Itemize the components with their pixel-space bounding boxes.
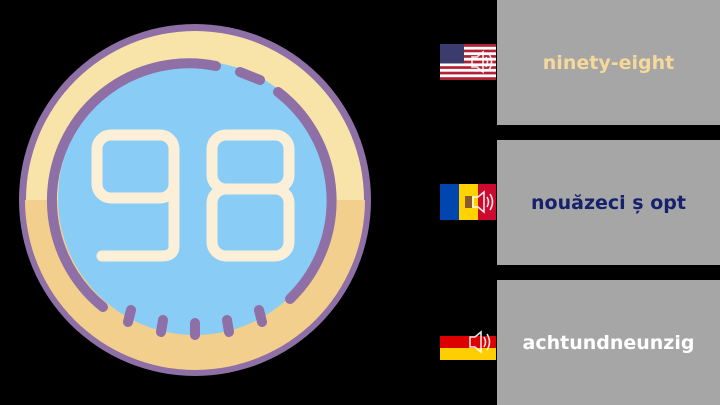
german-label: achtundneunzig — [522, 331, 695, 354]
translation-panel-romanian: nouăzeci ș opt — [497, 140, 720, 265]
number-badge: 98 — [19, 24, 371, 376]
us-flag-speaker-icon[interactable] — [440, 44, 496, 80]
germany-flag-speaker-icon[interactable] — [440, 324, 496, 360]
romanian-label: nouăzeci ș opt — [531, 191, 686, 214]
translation-panel-english: ninety-eight — [497, 0, 720, 125]
moldova-flag-speaker-icon[interactable] — [440, 184, 496, 220]
english-label: ninety-eight — [542, 51, 675, 74]
translation-panel-german: achtundneunzig — [497, 280, 720, 405]
